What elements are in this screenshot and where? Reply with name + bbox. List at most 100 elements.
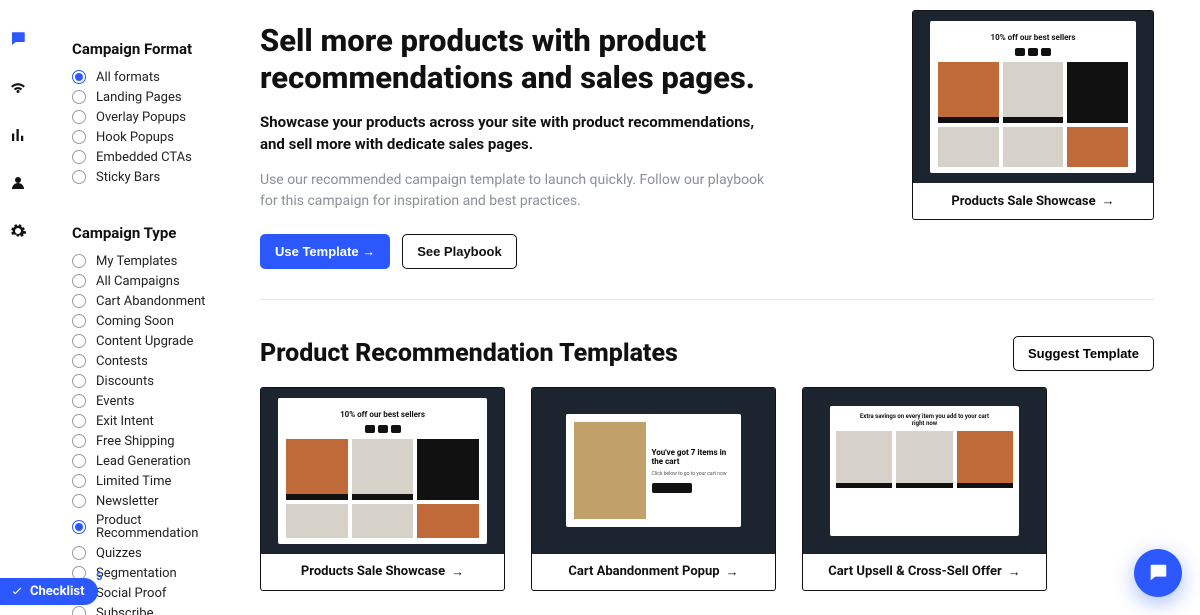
campaign-type-option[interactable]: Content Upgrade (72, 334, 246, 348)
campaign-type-option[interactable]: Newsletter (72, 494, 246, 508)
radio-label: Social Proof (96, 587, 166, 600)
radio-label: Coming Soon (96, 315, 174, 328)
radio-label: Hook Popups (96, 131, 174, 144)
campaign-type-option[interactable]: All Campaigns (72, 274, 246, 288)
campaign-type-heading: Campaign Type (72, 224, 246, 242)
hero-template-card[interactable]: 10% off our best sellers (912, 10, 1154, 220)
radio-icon (72, 110, 86, 124)
radio-label: Embedded CTAs (96, 151, 192, 164)
radio-icon (72, 170, 86, 184)
template-label: Products Sale Showcase (301, 564, 445, 579)
see-playbook-button[interactable]: See Playbook (402, 234, 517, 269)
radio-label: Quizzes (96, 547, 142, 560)
campaign-format-option[interactable]: Landing Pages (72, 90, 246, 104)
campaign-type-option[interactable]: Lead Generation (72, 454, 246, 468)
checklist-label: Checklist (30, 584, 84, 599)
chat-icon[interactable] (9, 30, 27, 52)
radio-icon (72, 520, 86, 534)
gear-icon[interactable] (9, 222, 27, 244)
campaign-format-option[interactable]: Embedded CTAs (72, 150, 246, 164)
radio-label: My Templates (96, 255, 177, 268)
radio-icon (72, 374, 86, 388)
campaign-type-option[interactable]: Subscribe (72, 606, 246, 615)
hero-template-label: Products Sale Showcase (951, 194, 1095, 209)
bar-chart-icon[interactable] (9, 126, 27, 148)
radio-icon (72, 606, 86, 615)
campaign-type-option[interactable]: My Templates (72, 254, 246, 268)
campaign-type-option[interactable]: Quizzes (72, 546, 246, 560)
campaign-format-option[interactable]: All formats (72, 70, 246, 84)
section-title: Product Recommendation Templates (260, 339, 678, 368)
radio-icon (72, 314, 86, 328)
radio-label: Content Upgrade (96, 335, 193, 348)
radio-label: Newsletter (96, 495, 159, 508)
radio-icon (72, 130, 86, 144)
page-description: Use our recommended campaign template to… (260, 170, 780, 212)
campaign-type-option[interactable]: Social Proof (72, 586, 246, 600)
suggest-template-button[interactable]: Suggest Template (1013, 336, 1154, 371)
template-card[interactable]: 10% off our best sellersProducts Sale Sh… (260, 387, 505, 591)
radio-icon (72, 474, 86, 488)
campaign-type-option[interactable]: Cart Abandonment (72, 294, 246, 308)
radio-label: Exit Intent (96, 415, 154, 428)
checklist-pill[interactable]: Checklist 5 (0, 578, 98, 605)
template-card[interactable]: You've got 7 items in the cartClick belo… (531, 387, 776, 591)
page-subtitle: Showcase your products across your site … (260, 112, 780, 156)
radio-label: Sticky Bars (96, 171, 160, 184)
radio-label: Lead Generation (96, 455, 191, 468)
radio-icon (72, 546, 86, 560)
arrow-icon: → (726, 564, 739, 580)
radio-icon (72, 414, 86, 428)
radio-label: Segmentation (96, 567, 177, 580)
radio-icon (72, 494, 86, 508)
arrow-icon: → (451, 564, 464, 580)
radio-label: Events (96, 395, 134, 408)
radio-icon (72, 434, 86, 448)
radio-icon (72, 274, 86, 288)
campaign-type-option[interactable]: Free Shipping (72, 434, 246, 448)
radio-label: Overlay Popups (96, 111, 186, 124)
radio-label: Free Shipping (96, 435, 175, 448)
main-content: Sell more products with product recommen… (256, 0, 1200, 615)
campaign-format-heading: Campaign Format (72, 40, 246, 58)
radio-label: Landing Pages (96, 91, 182, 104)
left-icon-rail (0, 0, 36, 615)
campaign-format-option[interactable]: Overlay Popups (72, 110, 246, 124)
campaign-type-option[interactable]: Contests (72, 354, 246, 368)
radio-icon (72, 394, 86, 408)
radio-label: All formats (96, 71, 160, 84)
chat-fab[interactable] (1134, 549, 1182, 597)
radio-label: Discounts (96, 375, 154, 388)
campaign-type-option[interactable]: Product Recommendation (72, 514, 246, 540)
filters-sidebar: Campaign Format All formats Landing Pages… (36, 0, 256, 615)
page-title: Sell more products with product recommen… (260, 22, 820, 96)
user-icon[interactable] (9, 174, 27, 196)
radio-icon (72, 454, 86, 468)
campaign-format-option[interactable]: Hook Popups (72, 130, 246, 144)
campaign-type-option[interactable]: Limited Time (72, 474, 246, 488)
radio-label: Limited Time (96, 475, 171, 488)
template-label: Cart Upsell & Cross-Sell Offer (828, 564, 1002, 579)
campaign-type-option[interactable]: Events (72, 394, 246, 408)
radio-label: All Campaigns (96, 275, 180, 288)
campaign-format-option[interactable]: Sticky Bars (72, 170, 246, 184)
radio-icon (72, 90, 86, 104)
radio-label: Subscribe (96, 607, 153, 615)
radio-icon (72, 70, 86, 84)
radio-label: Contests (96, 355, 148, 368)
campaign-type-option[interactable]: Exit Intent (72, 414, 246, 428)
arrow-icon: → (1102, 193, 1115, 209)
radio-label: Cart Abandonment (96, 295, 205, 308)
radio-icon (72, 334, 86, 348)
radio-icon (72, 294, 86, 308)
template-card[interactable]: Extra savings on every item you add to y… (802, 387, 1047, 591)
radio-icon (72, 354, 86, 368)
arrow-icon: → (1008, 564, 1021, 580)
radio-icon (72, 254, 86, 268)
campaign-type-option[interactable]: Coming Soon (72, 314, 246, 328)
wifi-icon[interactable] (9, 78, 27, 100)
campaign-type-option[interactable]: Discounts (72, 374, 246, 388)
use-template-button[interactable]: Use Template → (260, 234, 390, 269)
template-label: Cart Abandonment Popup (568, 564, 719, 579)
preview-headline: 10% off our best sellers (991, 33, 1076, 42)
